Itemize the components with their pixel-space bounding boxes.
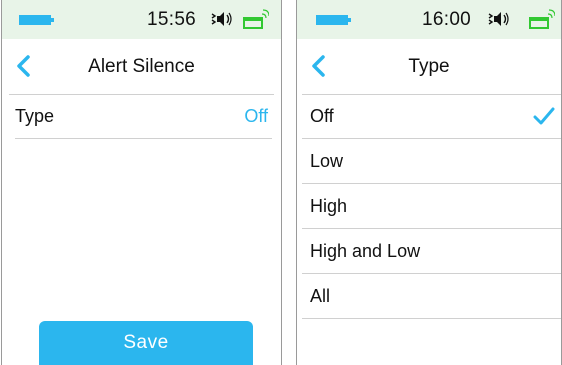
speaker-icon — [211, 12, 232, 26]
status-bar: 15:56 — [2, 0, 281, 39]
header: Alert Silence — [2, 39, 281, 94]
alert-silence-screen: 15:56 Alert Silence Type Off Save — [1, 0, 282, 365]
status-bar: 16:00 — [297, 0, 561, 39]
option-label: Off — [310, 106, 334, 126]
type-screen: 16:00 Type Off Low High High and Low All — [296, 0, 562, 365]
checkmark-icon — [533, 107, 555, 125]
option-high[interactable]: High — [297, 184, 561, 229]
status-time: 15:56 — [147, 9, 197, 30]
option-label: All — [310, 286, 331, 306]
signal-icon — [529, 9, 555, 29]
option-high-and-low[interactable]: High and Low — [297, 229, 561, 274]
signal-icon — [243, 9, 269, 29]
save-button[interactable]: Save — [39, 321, 253, 365]
option-label: Low — [310, 151, 344, 171]
row-divider — [15, 138, 272, 139]
page-title: Type — [408, 56, 450, 77]
battery-icon — [316, 15, 351, 25]
type-label: Type — [15, 106, 55, 126]
type-row[interactable]: Type Off — [2, 94, 281, 139]
option-label: High and Low — [310, 241, 421, 261]
option-off[interactable]: Off — [297, 94, 561, 139]
header: Type — [297, 39, 561, 94]
type-value: Off — [244, 106, 268, 126]
row-divider — [302, 318, 561, 319]
page-title: Alert Silence — [88, 56, 195, 77]
speaker-icon — [488, 12, 509, 26]
option-label: High — [310, 196, 348, 216]
option-low[interactable]: Low — [297, 139, 561, 184]
option-all[interactable]: All — [297, 274, 561, 319]
status-time: 16:00 — [422, 9, 472, 30]
battery-icon — [19, 15, 54, 25]
